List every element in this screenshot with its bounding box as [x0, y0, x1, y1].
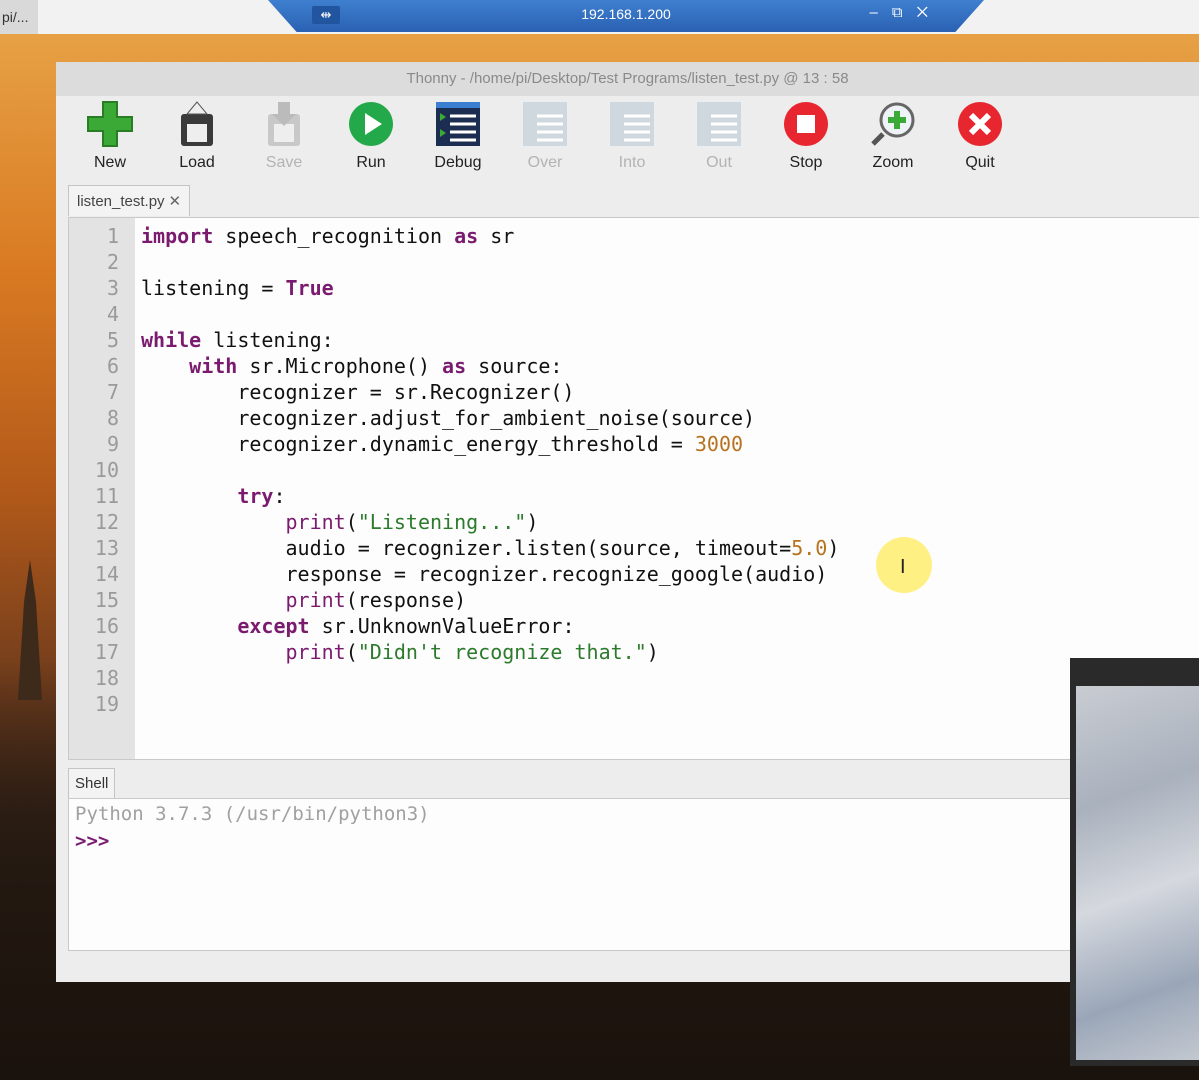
- window-title: Thonny - /home/pi/Desktop/Test Programs/…: [56, 62, 1199, 96]
- stop-button[interactable]: Stop: [766, 100, 846, 172]
- thonny-window: Thonny - /home/pi/Desktop/Test Programs/…: [56, 62, 1199, 982]
- code-line-14: response = recognizer.recognize_google(a…: [141, 562, 828, 586]
- webcam-feed: [1076, 686, 1199, 1060]
- line-number: 1: [106, 224, 119, 248]
- line-number: 6: [106, 354, 119, 378]
- toolbar: New Load Save Run Debug Over Into Out St…: [56, 96, 1199, 186]
- tab-label: listen_test.py: [77, 193, 165, 210]
- step-over-button[interactable]: Over: [505, 100, 585, 172]
- line-number-gutter: 1 2 3 4 5 6 7 8 9 10 11 12 13 14 15 16 1…: [69, 218, 135, 759]
- stop-icon: [782, 100, 830, 148]
- line-number: 19: [94, 692, 119, 716]
- editor-tabs: listen_test.py ✕: [68, 185, 191, 216]
- code-line-6: with sr.Microphone() as source:: [141, 354, 563, 378]
- code-line-3: listening = True: [141, 276, 334, 300]
- vnc-title-bar[interactable]: ⇹ 192.168.1.200 –⧉✕: [268, 0, 984, 32]
- zoom-icon: [869, 100, 917, 148]
- line-number: 2: [106, 250, 119, 274]
- code-editor[interactable]: 1 2 3 4 5 6 7 8 9 10 11 12 13 14 15 16 1…: [68, 217, 1199, 760]
- line-number: 16: [94, 614, 119, 638]
- code-line-5: while listening:: [141, 328, 334, 352]
- line-number: 12: [94, 510, 119, 534]
- tab-listen-test[interactable]: listen_test.py ✕: [68, 185, 191, 216]
- shell-prompt: >>>: [75, 830, 110, 852]
- save-button[interactable]: Save: [244, 100, 324, 172]
- tab-shell[interactable]: Shell: [68, 768, 116, 798]
- step-out-button[interactable]: Out: [679, 100, 759, 172]
- text-cursor-icon: I: [900, 556, 906, 578]
- play-icon: [347, 100, 395, 148]
- line-number: 17: [94, 640, 119, 664]
- zoom-button[interactable]: Zoom: [853, 100, 933, 172]
- shell-banner: Python 3.7.3 (/usr/bin/python3): [75, 803, 430, 825]
- shell-console[interactable]: Python 3.7.3 (/usr/bin/python3) >>>: [68, 798, 1199, 951]
- code-line-8: recognizer.adjust_for_ambient_noise(sour…: [141, 406, 756, 430]
- code-line-13: audio = recognizer.listen(source, timeou…: [141, 536, 840, 560]
- code-line-15: print(response): [141, 588, 467, 612]
- line-number: 9: [106, 432, 119, 456]
- webcam-overlay: [1070, 658, 1199, 1066]
- line-number: 7: [106, 380, 119, 404]
- quit-button[interactable]: Quit: [940, 100, 1020, 172]
- code-line-12: print("Listening..."): [141, 510, 539, 534]
- line-number: 14: [94, 562, 119, 586]
- step-into-icon: [608, 100, 656, 148]
- window-controls[interactable]: –⧉✕: [870, 4, 942, 21]
- line-number: 8: [106, 406, 119, 430]
- code-line-17: print("Didn't recognize that."): [141, 640, 659, 664]
- code-line-1: import speech_recognition as sr: [141, 224, 515, 248]
- code-line-7: recognizer = sr.Recognizer(): [141, 380, 575, 404]
- line-number: 18: [94, 666, 119, 690]
- step-into-button[interactable]: Into: [592, 100, 672, 172]
- close-icon: [956, 100, 1004, 148]
- load-button[interactable]: Load: [157, 100, 237, 172]
- debug-button[interactable]: Debug: [418, 100, 498, 172]
- taskbar-item-label: pi/...: [2, 9, 29, 25]
- line-number: 4: [106, 302, 119, 326]
- code-line-11: try:: [141, 484, 286, 508]
- step-out-icon: [695, 100, 743, 148]
- debug-icon: [434, 100, 482, 148]
- line-number: 3: [106, 276, 119, 300]
- line-number: 15: [94, 588, 119, 612]
- plus-icon: [86, 100, 134, 148]
- line-number: 5: [106, 328, 119, 352]
- load-file-icon: [173, 100, 221, 148]
- step-over-icon: [521, 100, 569, 148]
- code-line-16: except sr.UnknownValueError:: [141, 614, 575, 638]
- code-line-9: recognizer.dynamic_energy_threshold = 30…: [141, 432, 744, 456]
- line-number: 10: [94, 458, 119, 482]
- run-button[interactable]: Run: [331, 100, 411, 172]
- save-icon: [260, 100, 308, 148]
- close-icon[interactable]: ✕: [169, 193, 182, 210]
- new-button[interactable]: New: [70, 100, 150, 172]
- line-number: 13: [94, 536, 119, 560]
- line-number: 11: [94, 484, 119, 508]
- taskbar-item[interactable]: pi/...: [0, 0, 38, 34]
